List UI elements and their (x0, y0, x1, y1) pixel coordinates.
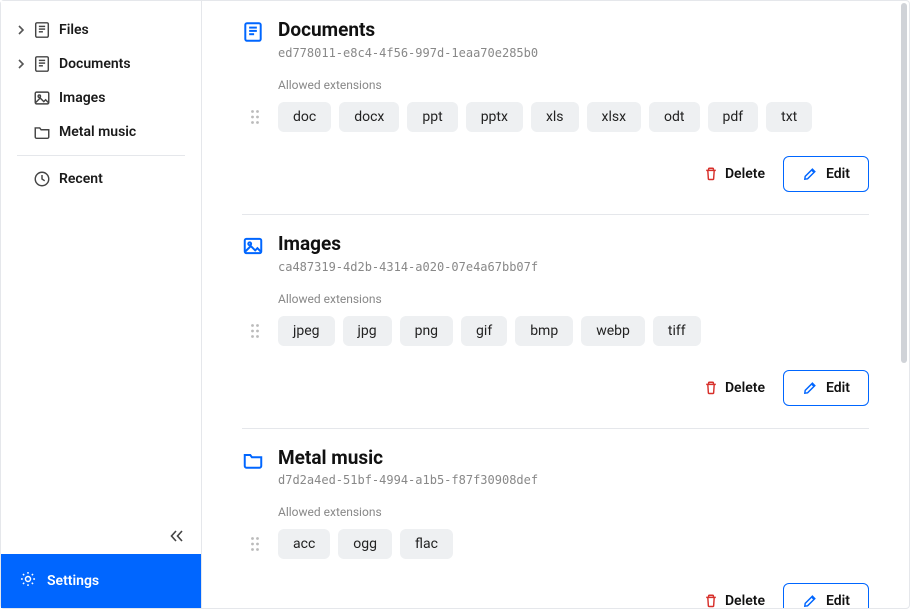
chevron-double-left-icon (170, 530, 184, 542)
drag-handle-icon[interactable] (246, 323, 264, 339)
sidebar-item-documents[interactable]: Documents (9, 47, 193, 81)
extension-chip: flac (400, 529, 453, 559)
extension-chip: doc (278, 102, 331, 132)
edit-button[interactable]: Edit (783, 370, 869, 406)
edit-button-label: Edit (826, 166, 850, 182)
edit-button-label: Edit (826, 593, 850, 608)
category-card: Documents ed778011-e8c4-4f56-997d-1eaa70… (242, 1, 869, 215)
document-icon (242, 21, 264, 43)
edit-button[interactable]: Edit (783, 583, 869, 608)
drag-handle-icon[interactable] (246, 536, 264, 552)
delete-button[interactable]: Delete (699, 585, 769, 608)
drag-handle-icon[interactable] (246, 109, 264, 125)
extension-chip: png (400, 316, 453, 346)
extension-chip: webp (581, 316, 645, 346)
extension-chip: pptx (466, 102, 523, 132)
delete-button[interactable]: Delete (699, 158, 769, 190)
category-uuid: ed778011-e8c4-4f56-997d-1eaa70e285b0 (278, 46, 869, 60)
caret-right-icon (17, 25, 25, 35)
category-card: Images ca487319-4d2b-4314-a020-07e4a67bb… (242, 215, 869, 429)
delete-button-label: Delete (725, 380, 765, 396)
trash-icon (703, 380, 719, 396)
extension-chip: ogg (338, 529, 392, 559)
extension-chip: jpeg (278, 316, 335, 346)
extension-chip: jpg (343, 316, 392, 346)
extension-chips: acc ogg flac (278, 529, 453, 559)
clock-icon (33, 170, 51, 188)
sidebar-item-images[interactable]: · Images (9, 81, 193, 115)
category-card: Metal music d7d2a4ed-51bf-4994-a1b5-f87f… (242, 429, 869, 608)
sidebar-nav: Files Documents · Images · (1, 1, 201, 554)
allowed-extensions-label: Allowed extensions (278, 505, 869, 519)
extension-chip: xlsx (587, 102, 642, 132)
extension-chip: ppt (407, 102, 457, 132)
sidebar-collapse-button[interactable] (165, 524, 189, 548)
folder-icon (33, 123, 51, 141)
extension-chips: jpeg jpg png gif bmp webp tiff (278, 316, 701, 346)
extension-chip: acc (278, 529, 330, 559)
category-title: Documents (278, 19, 869, 42)
edit-button-label: Edit (826, 380, 850, 396)
extension-chip: odt (649, 102, 699, 132)
image-icon (242, 235, 264, 257)
sidebar-settings-label: Settings (47, 573, 99, 589)
caret-right-icon (17, 59, 25, 69)
delete-button-label: Delete (725, 593, 765, 608)
sidebar-settings[interactable]: Settings (1, 554, 201, 608)
extension-chip: tiff (653, 316, 701, 346)
pencil-icon (802, 593, 818, 608)
extension-chip: txt (766, 102, 812, 132)
image-icon (33, 89, 51, 107)
sidebar-item-label: Documents (59, 56, 131, 72)
sidebar-item-label: Metal music (59, 124, 136, 140)
extension-chip: docx (339, 102, 399, 132)
sidebar-item-label: Images (59, 90, 105, 106)
sidebar-item-label: Recent (59, 171, 103, 187)
sidebar-item-recent[interactable]: · Recent (9, 162, 193, 196)
extension-chip: pdf (708, 102, 759, 132)
sidebar-item-metal-music[interactable]: · Metal music (9, 115, 193, 149)
document-icon (33, 55, 51, 73)
pencil-icon (802, 166, 818, 182)
category-title: Images (278, 233, 869, 256)
delete-button[interactable]: Delete (699, 372, 769, 404)
trash-icon (703, 593, 719, 608)
category-uuid: ca487319-4d2b-4314-a020-07e4a67bb07f (278, 260, 869, 274)
pencil-icon (802, 380, 818, 396)
document-icon (33, 21, 51, 39)
sidebar: Files Documents · Images · (1, 1, 202, 608)
gear-icon (19, 570, 37, 592)
extension-chips: doc docx ppt pptx xls xlsx odt pdf txt (278, 102, 812, 132)
main-content: Documents ed778011-e8c4-4f56-997d-1eaa70… (202, 1, 909, 608)
trash-icon (703, 166, 719, 182)
divider (17, 155, 185, 156)
scrollbar[interactable] (901, 3, 907, 363)
allowed-extensions-label: Allowed extensions (278, 78, 869, 92)
edit-button[interactable]: Edit (783, 156, 869, 192)
folder-icon (242, 449, 264, 471)
extension-chip: xls (531, 102, 579, 132)
delete-button-label: Delete (725, 166, 765, 182)
category-title: Metal music (278, 447, 869, 470)
sidebar-item-label: Files (59, 22, 89, 38)
category-uuid: d7d2a4ed-51bf-4994-a1b5-f87f30908def (278, 473, 869, 487)
allowed-extensions-label: Allowed extensions (278, 292, 869, 306)
extension-chip: gif (461, 316, 507, 346)
sidebar-item-files[interactable]: Files (9, 13, 193, 47)
extension-chip: bmp (515, 316, 573, 346)
